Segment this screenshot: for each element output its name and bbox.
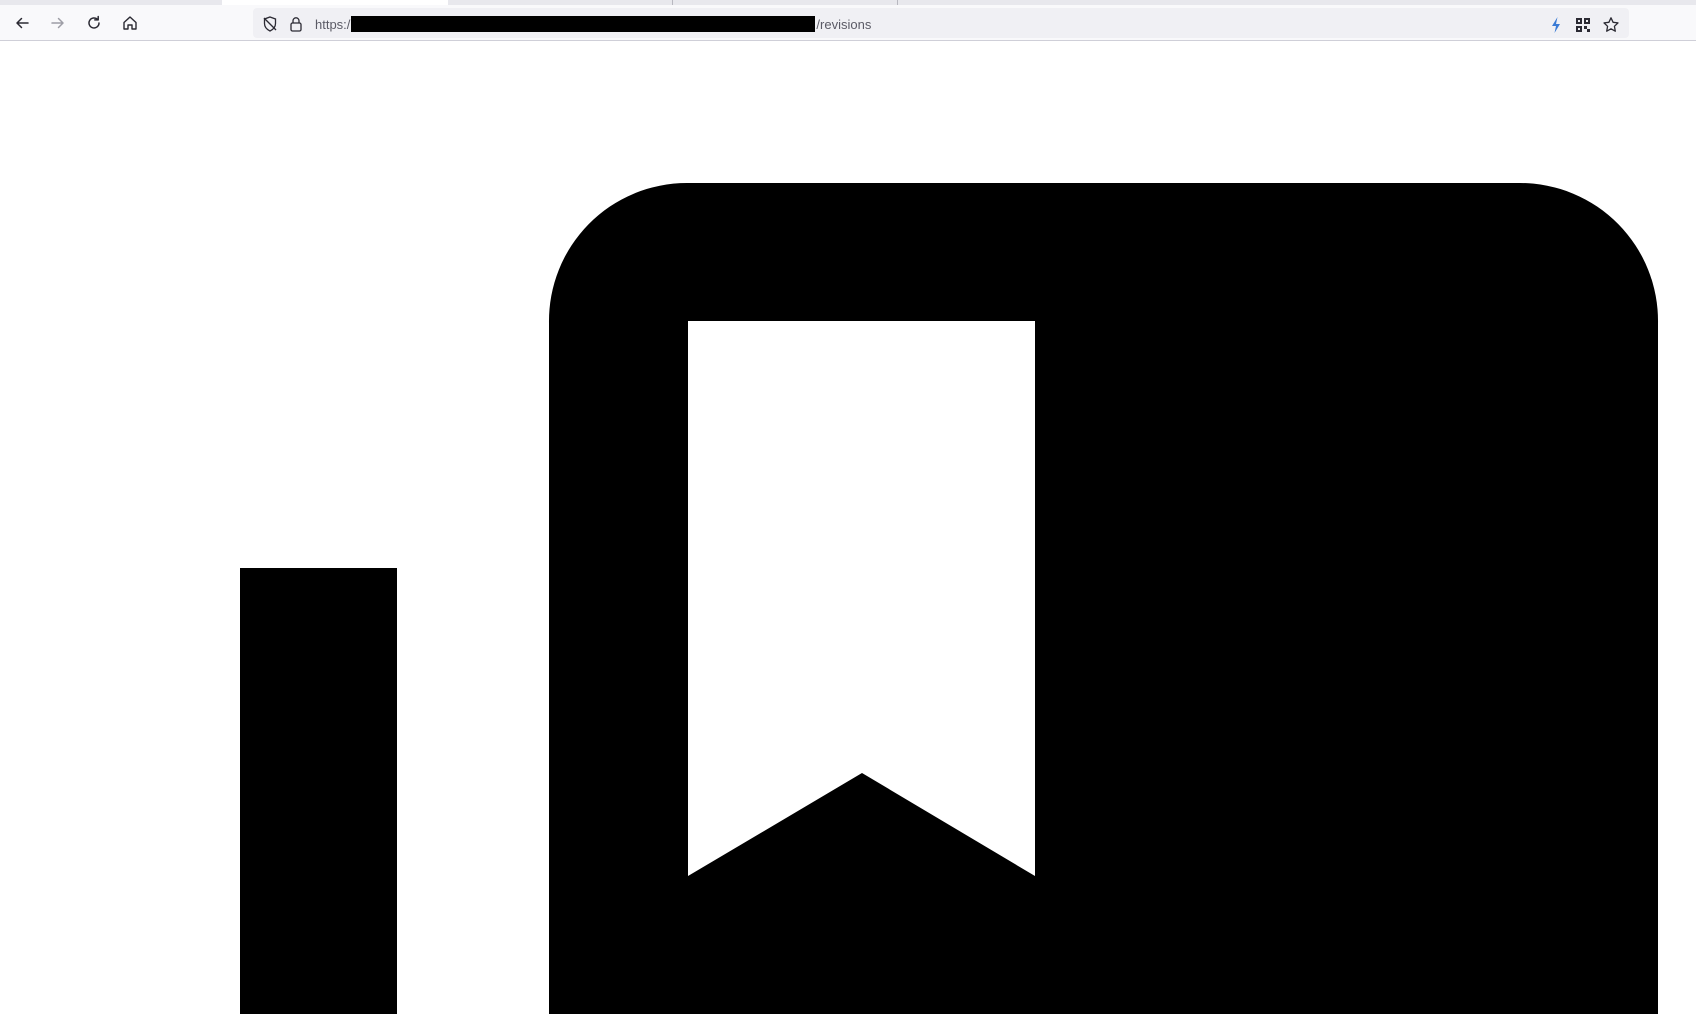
lightning-icon — [1552, 17, 1560, 33]
url-text[interactable]: https:/ /revisions — [315, 15, 871, 33]
forward-button[interactable] — [45, 10, 71, 36]
shield-icon[interactable] — [261, 15, 279, 33]
arrow-left-icon — [16, 17, 29, 29]
lock-icon[interactable] — [287, 15, 305, 33]
star-icon — [1603, 17, 1619, 32]
home-icon — [123, 16, 137, 30]
home-button[interactable] — [117, 10, 143, 36]
reload-icon — [88, 15, 100, 29]
qr-code-button[interactable] — [1573, 15, 1593, 35]
bookmark-star-button[interactable] — [1601, 15, 1621, 35]
left-bar — [240, 568, 397, 1014]
address-bar[interactable]: https:/ /revisions — [253, 8, 1629, 38]
page-content — [0, 41, 1696, 1014]
bookmark-book-icon — [240, 183, 1659, 1014]
reload-button[interactable] — [81, 10, 107, 36]
url-prefix: https:/ — [315, 16, 351, 32]
url-redaction — [351, 16, 816, 32]
url-suffix: /revisions — [816, 16, 872, 32]
qr-code-icon — [1576, 18, 1590, 32]
arrow-right-icon — [51, 17, 64, 29]
extension-button[interactable] — [1546, 15, 1566, 35]
browser-toolbar: https:/ /revisions — [0, 5, 1696, 41]
back-button[interactable] — [9, 10, 35, 36]
